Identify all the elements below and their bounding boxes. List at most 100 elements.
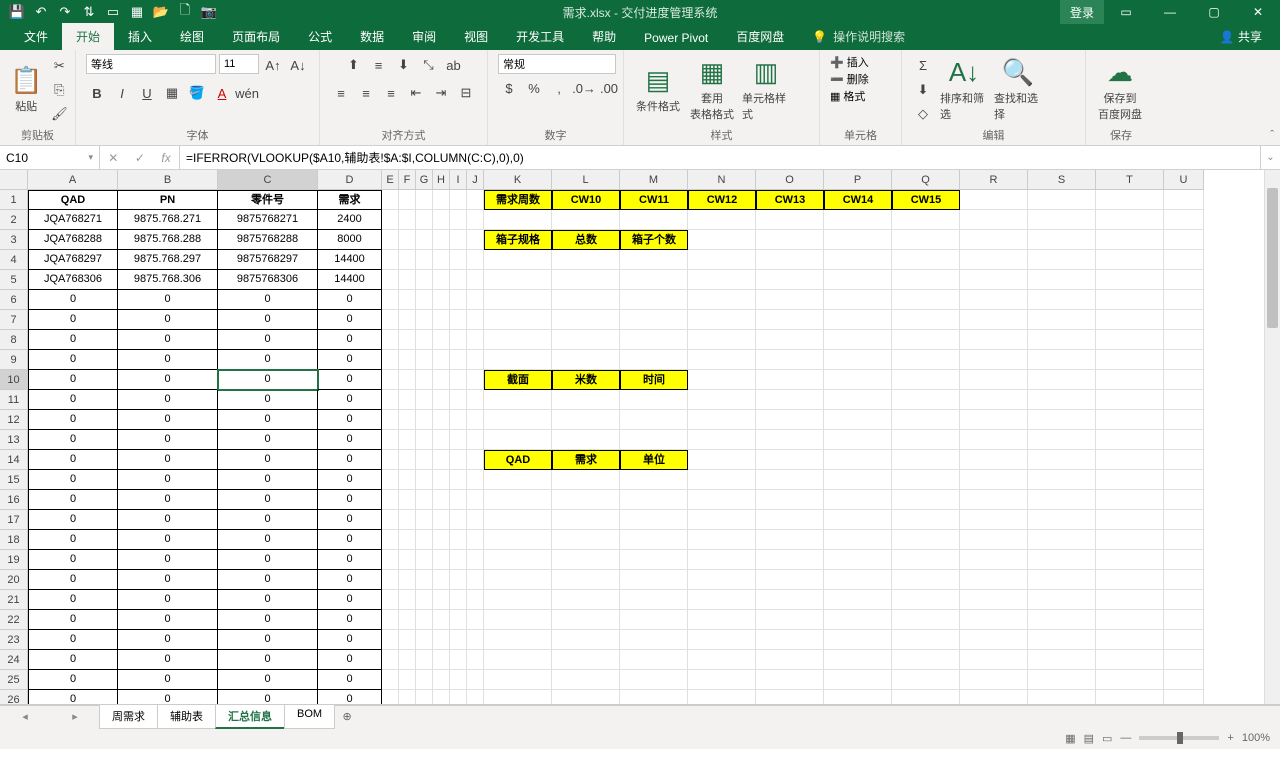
cell-S1[interactable]	[1028, 190, 1096, 210]
cell-Q20[interactable]	[892, 570, 960, 590]
cell-O11[interactable]	[756, 390, 824, 410]
cell-D4[interactable]: 14400	[318, 250, 382, 270]
cell-S23[interactable]	[1028, 630, 1096, 650]
cell-M20[interactable]	[620, 570, 688, 590]
cell-H3[interactable]	[433, 230, 450, 250]
cell-P25[interactable]	[824, 670, 892, 690]
cell-M10[interactable]: 时间	[620, 370, 688, 390]
minimize-icon[interactable]: —	[1148, 0, 1192, 24]
cell-U3[interactable]	[1164, 230, 1204, 250]
row-header-2[interactable]: 2	[0, 210, 28, 230]
cell-L3[interactable]: 总数	[552, 230, 620, 250]
border-icon[interactable]: ▦	[161, 82, 183, 104]
cell-P12[interactable]	[824, 410, 892, 430]
cell-P16[interactable]	[824, 490, 892, 510]
cell-U24[interactable]	[1164, 650, 1204, 670]
cell-G6[interactable]	[416, 290, 433, 310]
collapse-ribbon-icon[interactable]: ˆ	[1270, 129, 1274, 141]
cell-T20[interactable]	[1096, 570, 1164, 590]
scroll-thumb[interactable]	[1267, 188, 1278, 328]
ribbon-tab-开始[interactable]: 开始	[62, 23, 114, 50]
align-top-icon[interactable]: ⬆	[343, 54, 365, 76]
cell-L16[interactable]	[552, 490, 620, 510]
qat-icon[interactable]: ⇅	[78, 2, 100, 22]
cell-R12[interactable]	[960, 410, 1028, 430]
cell-U11[interactable]	[1164, 390, 1204, 410]
cell-S24[interactable]	[1028, 650, 1096, 670]
cell-C6[interactable]: 0	[218, 290, 318, 310]
cell-O4[interactable]	[756, 250, 824, 270]
cell-O24[interactable]	[756, 650, 824, 670]
cell-F10[interactable]	[399, 370, 416, 390]
cell-I19[interactable]	[450, 550, 467, 570]
cell-L14[interactable]: 需求	[552, 450, 620, 470]
cell-N13[interactable]	[688, 430, 756, 450]
cell-O10[interactable]	[756, 370, 824, 390]
cell-B8[interactable]: 0	[118, 330, 218, 350]
cell-I20[interactable]	[450, 570, 467, 590]
cell-J7[interactable]	[467, 310, 484, 330]
cell-I2[interactable]	[450, 210, 467, 230]
cell-B25[interactable]: 0	[118, 670, 218, 690]
format-painter-icon[interactable]: 🖌	[48, 103, 70, 125]
cell-R21[interactable]	[960, 590, 1028, 610]
cell-T7[interactable]	[1096, 310, 1164, 330]
cell-P1[interactable]: CW14	[824, 190, 892, 210]
cell-A14[interactable]: 0	[28, 450, 118, 470]
cell-C26[interactable]: 0	[218, 690, 318, 705]
cell-H12[interactable]	[433, 410, 450, 430]
cell-B26[interactable]: 0	[118, 690, 218, 705]
cell-P15[interactable]	[824, 470, 892, 490]
cell-E26[interactable]	[382, 690, 399, 705]
cell-A12[interactable]: 0	[28, 410, 118, 430]
open-icon[interactable]: 📂	[150, 2, 172, 22]
cell-S22[interactable]	[1028, 610, 1096, 630]
cell-L20[interactable]	[552, 570, 620, 590]
cell-Q21[interactable]	[892, 590, 960, 610]
cell-J3[interactable]	[467, 230, 484, 250]
cell-L10[interactable]: 米数	[552, 370, 620, 390]
cell-R5[interactable]	[960, 270, 1028, 290]
cell-I15[interactable]	[450, 470, 467, 490]
format-table-button[interactable]: ▦套用 表格格式	[688, 57, 736, 122]
cell-I16[interactable]	[450, 490, 467, 510]
cell-R15[interactable]	[960, 470, 1028, 490]
cell-G25[interactable]	[416, 670, 433, 690]
cell-T21[interactable]	[1096, 590, 1164, 610]
cell-G21[interactable]	[416, 590, 433, 610]
row-header-21[interactable]: 21	[0, 590, 28, 610]
cell-G1[interactable]	[416, 190, 433, 210]
font-color-icon[interactable]: A	[211, 82, 233, 104]
cell-G18[interactable]	[416, 530, 433, 550]
col-header-G[interactable]: G	[416, 170, 433, 190]
cell-S11[interactable]	[1028, 390, 1096, 410]
cell-A7[interactable]: 0	[28, 310, 118, 330]
cell-S20[interactable]	[1028, 570, 1096, 590]
cell-O25[interactable]	[756, 670, 824, 690]
cell-D3[interactable]: 8000	[318, 230, 382, 250]
cell-R13[interactable]	[960, 430, 1028, 450]
cell-R8[interactable]	[960, 330, 1028, 350]
sheet-nav-next-icon[interactable]: ▸	[72, 710, 78, 723]
cell-O20[interactable]	[756, 570, 824, 590]
cell-R9[interactable]	[960, 350, 1028, 370]
row-header-15[interactable]: 15	[0, 470, 28, 490]
cell-J4[interactable]	[467, 250, 484, 270]
cell-J10[interactable]	[467, 370, 484, 390]
cell-B7[interactable]: 0	[118, 310, 218, 330]
col-header-E[interactable]: E	[382, 170, 399, 190]
cell-S18[interactable]	[1028, 530, 1096, 550]
cell-F13[interactable]	[399, 430, 416, 450]
cell-O18[interactable]	[756, 530, 824, 550]
cell-G16[interactable]	[416, 490, 433, 510]
number-format-select[interactable]: 常规	[498, 54, 616, 74]
cell-R10[interactable]	[960, 370, 1028, 390]
cell-T15[interactable]	[1096, 470, 1164, 490]
decrease-font-icon[interactable]: A↓	[287, 54, 309, 76]
cell-A8[interactable]: 0	[28, 330, 118, 350]
cell-Q23[interactable]	[892, 630, 960, 650]
cell-B14[interactable]: 0	[118, 450, 218, 470]
col-header-T[interactable]: T	[1096, 170, 1164, 190]
cell-E8[interactable]	[382, 330, 399, 350]
cell-M2[interactable]	[620, 210, 688, 230]
